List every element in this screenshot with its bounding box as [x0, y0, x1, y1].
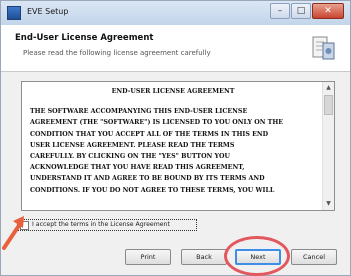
license-text-box[interactable]: END-USER LICENSE AGREEMENT THE SOFTWARE …: [21, 81, 335, 211]
maximize-button[interactable]: □: [291, 3, 311, 19]
installer-icon: [7, 6, 21, 20]
license-line: AGREEMENT (THE "SOFTWARE") IS LICENSED T…: [30, 119, 284, 127]
setup-window: EVE Setup – □ ✕ End-User License Agreement…: [0, 0, 351, 276]
license-line: CAREFULLY. BY CLICKING ON THE "YES" BUTT…: [30, 153, 230, 161]
scroll-up-arrow-icon[interactable]: ▲: [323, 82, 334, 94]
title-bar[interactable]: EVE Setup – □ ✕: [1, 1, 350, 26]
license-line: USER LICENSE AGREEMENT. PLEASE READ THE …: [30, 141, 235, 149]
window-title: EVE Setup: [27, 7, 69, 16]
license-line: CONDITIONS. IF YOU DO NOT AGREE TO THESE…: [30, 186, 275, 194]
page-subtitle: Please read the following license agreem…: [23, 49, 211, 57]
next-button-highlight-circle: [224, 236, 290, 276]
accept-license-label[interactable]: I accept the terms in the License Agreem…: [32, 221, 170, 228]
setup-wizard-icon: [312, 36, 335, 60]
accept-license-checkbox[interactable]: I accept the terms in the License Agreem…: [17, 219, 197, 231]
license-heading: END-USER LICENSE AGREEMENT: [111, 88, 235, 95]
scroll-down-arrow-icon[interactable]: ▼: [323, 198, 334, 210]
scrollbar-thumb[interactable]: [324, 95, 333, 115]
window-controls: – □ ✕: [269, 3, 344, 22]
minimize-button[interactable]: –: [270, 3, 290, 19]
annotation-arrow-icon: [2, 216, 24, 250]
close-button[interactable]: ✕: [312, 3, 344, 19]
license-line: UNDERSTAND IT AND AGREE TO BE BOUND BY I…: [30, 175, 265, 183]
back-button[interactable]: Back: [181, 249, 227, 265]
print-button[interactable]: Print: [125, 249, 171, 265]
license-scrollbar[interactable]: ▲ ▼: [322, 82, 334, 210]
page-title: End-User License Agreement: [15, 33, 154, 43]
license-line: CONDITION THAT YOU ACCEPT ALL OF THE TER…: [30, 130, 269, 138]
wizard-header: End-User License Agreement Please read t…: [1, 25, 350, 72]
license-line: ACKNOWLEDGE THAT YOU HAVE READ THIS AGRE…: [30, 164, 245, 172]
license-line: THE SOFTWARE ACCOMPANYING THIS END-USER …: [30, 108, 248, 116]
license-text: END-USER LICENSE AGREEMENT THE SOFTWARE …: [30, 86, 316, 196]
cancel-button[interactable]: Cancel: [291, 249, 337, 265]
